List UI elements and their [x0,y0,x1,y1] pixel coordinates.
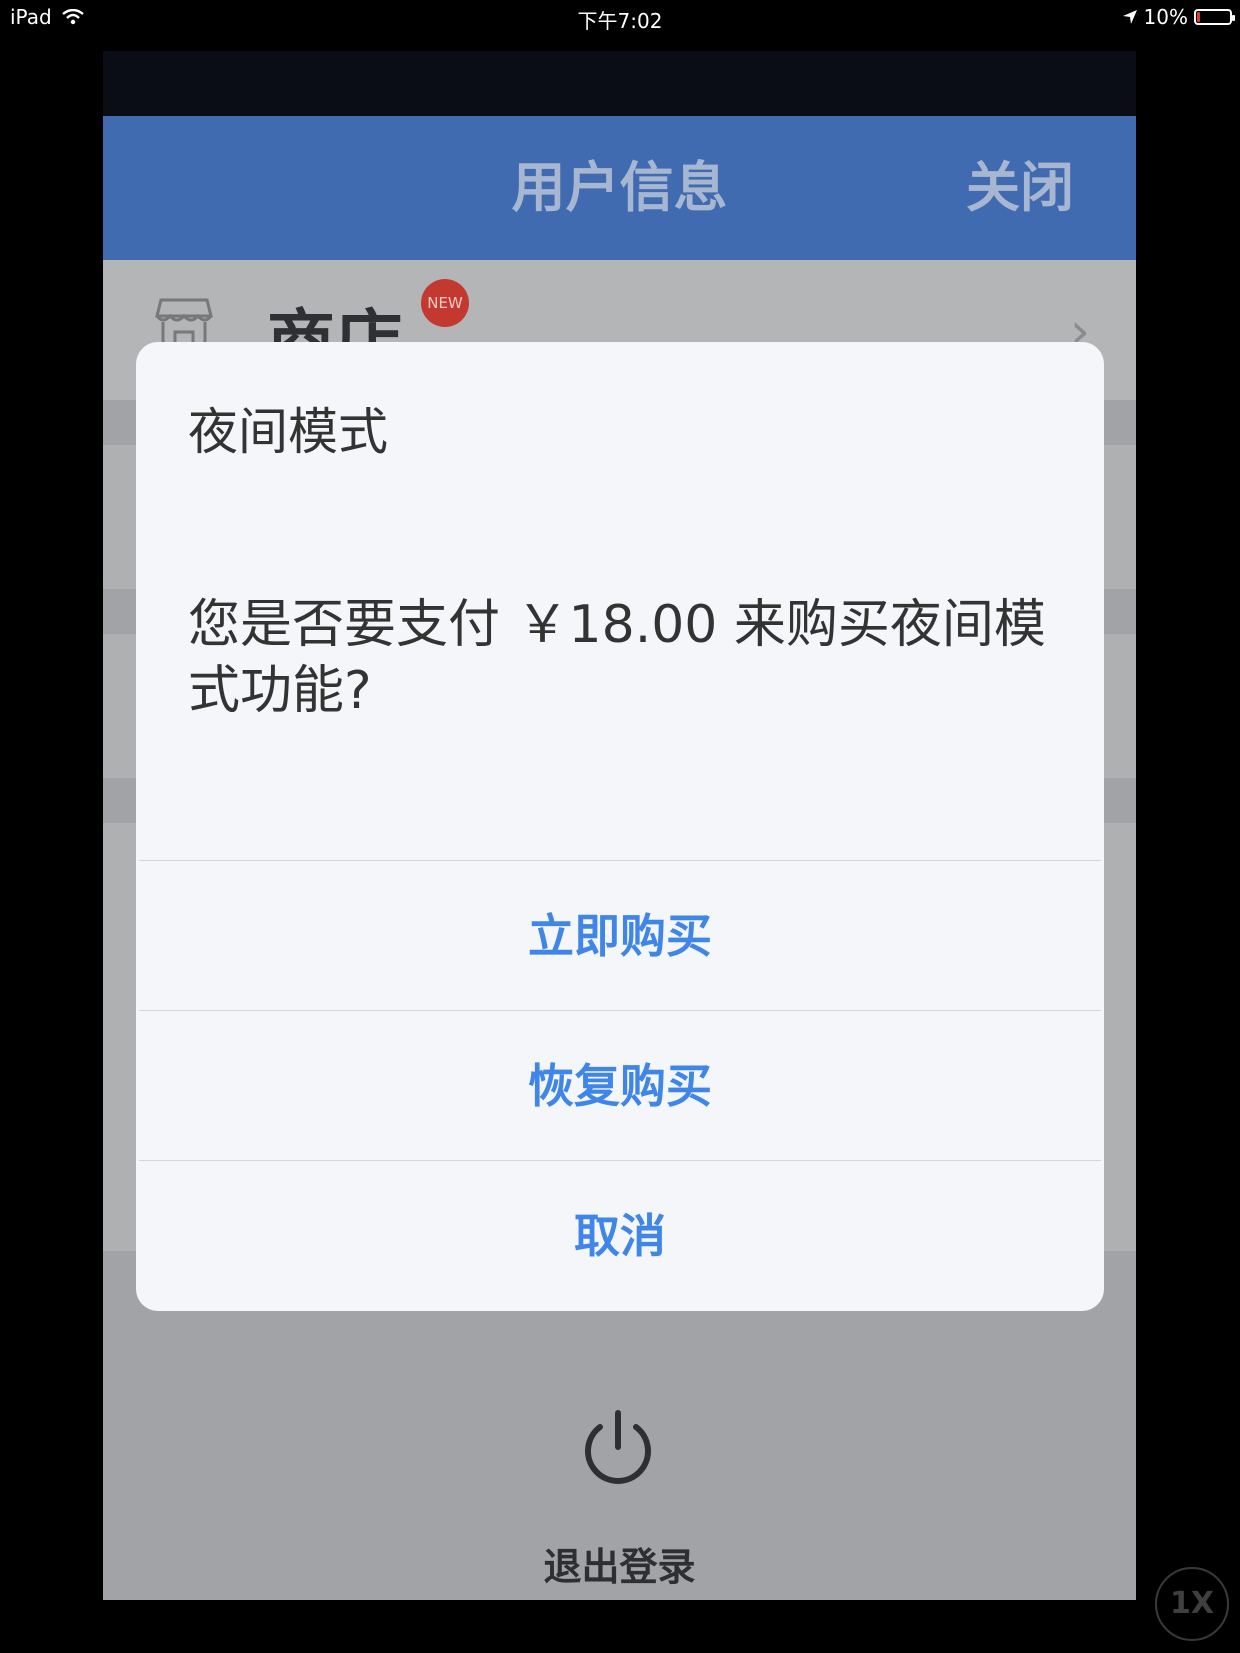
nav-bar: 用户信息 关闭 [103,116,1136,260]
battery-percent: 10% [1143,5,1188,29]
battery-icon [1194,9,1235,25]
dialog-message: 您是否要支付 ￥18.00 来购买夜间模式功能? [188,595,1046,721]
app-top-strip [103,51,1136,116]
alert-dialog: 夜间模式 您是否要支付 ￥18.00 来购买夜间模式功能? 立即购买 恢复购买 … [136,342,1104,1311]
close-button[interactable]: 关闭 [966,116,1074,260]
restore-purchase-button[interactable]: 恢复购买 [139,1010,1101,1161]
screen: iPad 下午7:02 10% 用户信息 关闭 NEW › 退出登录 夜间模式 … [0,0,1240,1653]
dialog-title: 夜间模式 [188,403,388,461]
new-badge: NEW [421,279,469,327]
buy-now-button[interactable]: 立即购买 [139,860,1101,1011]
cancel-button[interactable]: 取消 [139,1160,1101,1311]
logout-button[interactable]: 退出登录 [103,1536,1136,1591]
zoom-button[interactable]: 1X [1155,1567,1229,1641]
battery-level [1197,12,1200,22]
power-icon[interactable] [578,1409,658,1489]
location-arrow-icon [1122,10,1137,24]
status-time: 下午7:02 [577,9,663,33]
status-right: 10% [1122,5,1235,29]
status-bar: iPad 下午7:02 10% [0,0,1240,34]
